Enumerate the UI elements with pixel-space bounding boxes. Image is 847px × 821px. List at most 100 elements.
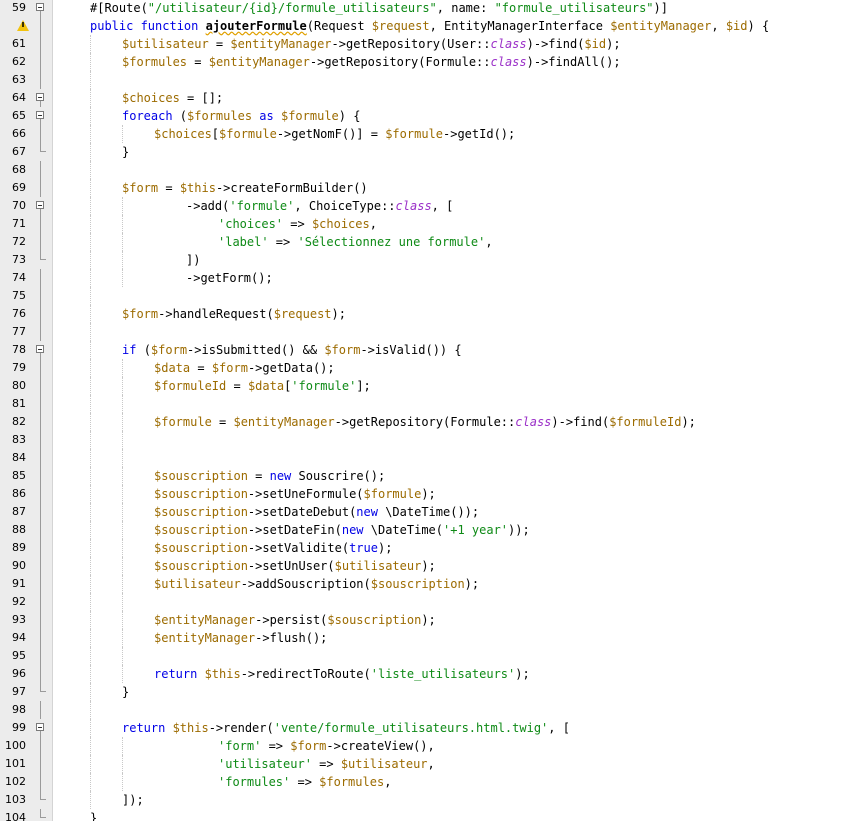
- code-text[interactable]: return $this->render('vente/formule_util…: [122, 719, 570, 737]
- code-text[interactable]: foreach ($formules as $formule) {: [122, 107, 360, 125]
- code-line[interactable]: 76 $form->handleRequest($request);: [0, 305, 847, 323]
- code-line[interactable]: 91 $utilisateur->addSouscription($souscri…: [0, 575, 847, 593]
- code-token: =: [208, 37, 231, 51]
- code-token: $choices: [154, 127, 212, 141]
- code-line[interactable]: 79 $data = $form->getData();: [0, 359, 847, 377]
- code-line[interactable]: 82 $formule = $entityManager->getReposito…: [0, 413, 847, 431]
- code-line[interactable]: 84: [0, 449, 847, 467]
- code-text[interactable]: $choices[$formule->getNomF()] = $formule…: [154, 125, 515, 143]
- fold-toggle-icon[interactable]: [36, 723, 44, 731]
- code-line[interactable]: 75: [0, 287, 847, 305]
- code-text[interactable]: $formuleId = $data['formule'];: [154, 377, 371, 395]
- code-line[interactable]: 74 ->getForm();: [0, 269, 847, 287]
- code-text[interactable]: public function ajouterFormule(Request $…: [90, 17, 769, 35]
- code-line[interactable]: 85 $souscription = new Souscrire();: [0, 467, 847, 485]
- code-line[interactable]: 99 return $this->render('vente/formule_ut…: [0, 719, 847, 737]
- code-line[interactable]: 68: [0, 161, 847, 179]
- code-token: $entityManager: [610, 19, 712, 33]
- indent-guide: [90, 35, 91, 53]
- code-line[interactable]: 86 $souscription->setUneFormule($formule)…: [0, 485, 847, 503]
- code-text[interactable]: $entityManager->flush();: [154, 629, 327, 647]
- code-text[interactable]: $souscription->setUneFormule($formule);: [154, 485, 436, 503]
- code-line[interactable]: 87 $souscription->setDateDebut(new \DateT…: [0, 503, 847, 521]
- code-line[interactable]: public function ajouterFormule(Request $…: [0, 17, 847, 35]
- code-text[interactable]: $utilisateur = $entityManager->getReposi…: [122, 35, 621, 53]
- code-line[interactable]: 59 #[Route("/utilisateur/{id}/formule_uti…: [0, 0, 847, 17]
- code-text[interactable]: #[Route("/utilisateur/{id}/formule_utili…: [90, 0, 668, 17]
- code-text[interactable]: $form = $this->createFormBuilder(): [122, 179, 368, 197]
- code-line[interactable]: 72 'label' => 'Sélectionnez une formule',: [0, 233, 847, 251]
- code-text[interactable]: $form->handleRequest($request);: [122, 305, 346, 323]
- code-token: ->isValid()) {: [360, 343, 462, 357]
- code-line[interactable]: 97}: [0, 683, 847, 701]
- code-text[interactable]: $formule = $entityManager->getRepository…: [154, 413, 696, 431]
- code-text[interactable]: return $this->redirectToRoute('liste_uti…: [154, 665, 530, 683]
- code-text[interactable]: }: [122, 683, 129, 701]
- code-text[interactable]: }: [122, 143, 129, 161]
- code-line[interactable]: 77: [0, 323, 847, 341]
- code-text[interactable]: $formules = $entityManager->getRepositor…: [122, 53, 621, 71]
- code-line[interactable]: 66 $choices[$formule->getNomF()] = $formu…: [0, 125, 847, 143]
- code-line[interactable]: 64 $choices = [];: [0, 89, 847, 107]
- code-text[interactable]: 'choices' => $choices,: [218, 215, 377, 233]
- code-text[interactable]: ]);: [122, 791, 144, 809]
- code-line[interactable]: 62 $formules = $entityManager->getReposit…: [0, 53, 847, 71]
- code-token: public function: [90, 19, 206, 33]
- code-line[interactable]: 89 $souscription->setValidite(true);: [0, 539, 847, 557]
- code-line[interactable]: 102 'formules' => $formules,: [0, 773, 847, 791]
- code-editor[interactable]: 59 #[Route("/utilisateur/{id}/formule_uti…: [0, 0, 847, 821]
- code-text[interactable]: 'label' => 'Sélectionnez une formule',: [218, 233, 493, 251]
- code-text[interactable]: $utilisateur->addSouscription($souscript…: [154, 575, 479, 593]
- code-text[interactable]: 'formules' => $formules,: [218, 773, 391, 791]
- indent-guide: [122, 269, 123, 287]
- indent-guide: [90, 683, 91, 701]
- code-line[interactable]: 83: [0, 431, 847, 449]
- line-number: 83: [12, 433, 26, 446]
- code-text[interactable]: ->add('formule', ChoiceType::class, [: [186, 197, 453, 215]
- code-line[interactable]: 92: [0, 593, 847, 611]
- code-line[interactable]: 98: [0, 701, 847, 719]
- code-text[interactable]: ->getForm();: [186, 269, 273, 287]
- code-line[interactable]: 95: [0, 647, 847, 665]
- code-line[interactable]: 88 $souscription->setDateFin(new \DateTim…: [0, 521, 847, 539]
- code-line[interactable]: 93 $entityManager->persist($souscription)…: [0, 611, 847, 629]
- line-number: 69: [12, 181, 26, 194]
- fold-toggle-icon[interactable]: [36, 93, 44, 101]
- code-line[interactable]: 67}: [0, 143, 847, 161]
- code-line[interactable]: 96 return $this->redirectToRoute('liste_u…: [0, 665, 847, 683]
- fold-toggle-icon[interactable]: [36, 345, 44, 353]
- code-line[interactable]: 94 $entityManager->flush();: [0, 629, 847, 647]
- code-line[interactable]: 81: [0, 395, 847, 413]
- code-line[interactable]: 104}: [0, 809, 847, 821]
- code-line[interactable]: 61 $utilisateur = $entityManager->getRepo…: [0, 35, 847, 53]
- code-line[interactable]: 80 $formuleId = $data['formule'];: [0, 377, 847, 395]
- code-line[interactable]: 90 $souscription->setUnUser($utilisateur)…: [0, 557, 847, 575]
- code-line[interactable]: 65 foreach ($formules as $formule) {: [0, 107, 847, 125]
- code-line[interactable]: 70 ->add('formule', ChoiceType::class, [: [0, 197, 847, 215]
- code-text[interactable]: $choices = [];: [122, 89, 223, 107]
- code-text[interactable]: $souscription->setUnUser($utilisateur);: [154, 557, 436, 575]
- code-text[interactable]: $souscription->setValidite(true);: [154, 539, 392, 557]
- code-line[interactable]: 100 'form' => $form->createView(),: [0, 737, 847, 755]
- code-text[interactable]: $souscription->setDateDebut(new \DateTim…: [154, 503, 479, 521]
- fold-toggle-icon[interactable]: [36, 111, 44, 119]
- code-text[interactable]: $souscription->setDateFin(new \DateTime(…: [154, 521, 530, 539]
- code-text[interactable]: }: [90, 809, 97, 821]
- code-line[interactable]: 101 'utilisateur' => $utilisateur,: [0, 755, 847, 773]
- code-text[interactable]: if ($form->isSubmitted() && $form->isVal…: [122, 341, 462, 359]
- code-text[interactable]: $data = $form->getData();: [154, 359, 335, 377]
- code-text[interactable]: $souscription = new Souscrire();: [154, 467, 385, 485]
- code-text[interactable]: $entityManager->persist($souscription);: [154, 611, 436, 629]
- code-line[interactable]: 103]);: [0, 791, 847, 809]
- code-line[interactable]: 78 if ($form->isSubmitted() && $form->isV…: [0, 341, 847, 359]
- fold-toggle-icon[interactable]: [36, 201, 44, 209]
- code-line[interactable]: 73]): [0, 251, 847, 269]
- code-line[interactable]: 63: [0, 71, 847, 89]
- fold-toggle-icon[interactable]: [36, 3, 44, 11]
- code-text[interactable]: 'form' => $form->createView(),: [218, 737, 435, 755]
- code-text[interactable]: 'utilisateur' => $utilisateur,: [218, 755, 435, 773]
- code-line[interactable]: 69 $form = $this->createFormBuilder(): [0, 179, 847, 197]
- code-line[interactable]: 71 'choices' => $choices,: [0, 215, 847, 233]
- code-text[interactable]: ]): [186, 251, 200, 269]
- code-token: 'liste_utilisateurs': [370, 667, 516, 681]
